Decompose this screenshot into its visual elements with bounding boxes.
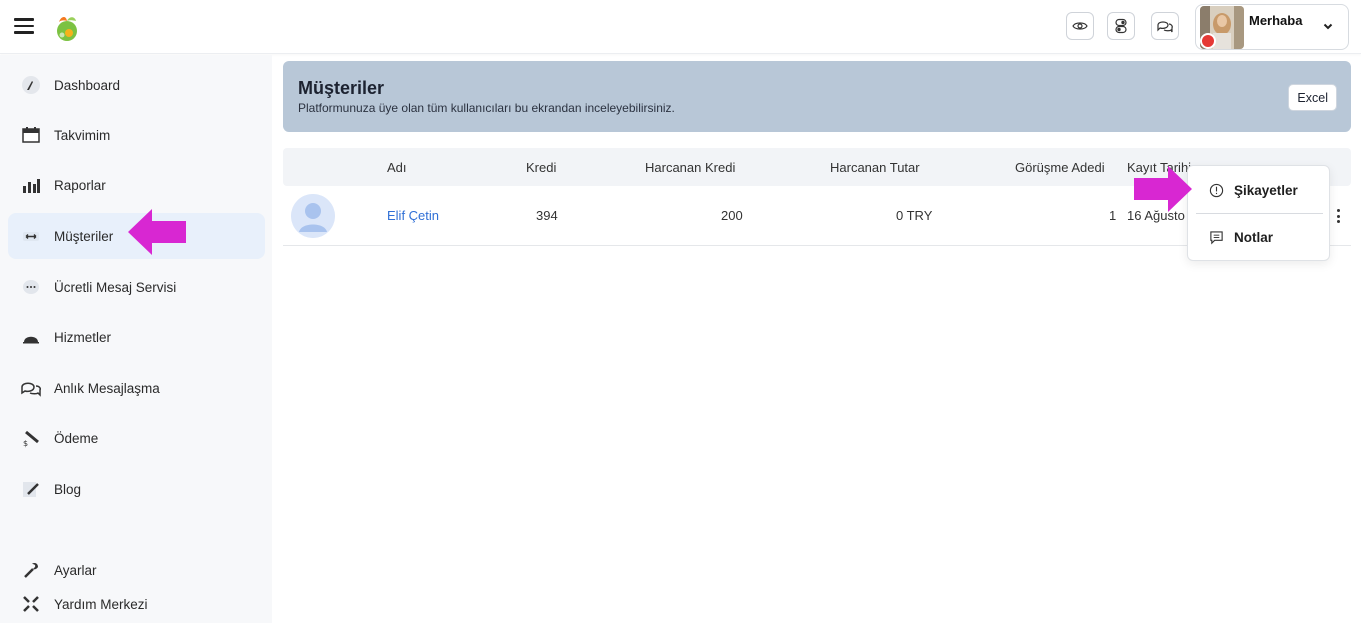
row-actions-menu-icon[interactable] bbox=[1334, 206, 1344, 226]
greeting-text: Merhaba bbox=[1249, 13, 1303, 28]
top-header: Merhaba bbox=[0, 0, 1361, 54]
menu-divider bbox=[1196, 213, 1323, 214]
sidebar-item-label: Blog bbox=[54, 481, 82, 497]
sidebar-item-label: Ödeme bbox=[54, 430, 99, 446]
chat-icon bbox=[20, 377, 42, 399]
user-avatar-icon bbox=[291, 194, 335, 238]
eye-button[interactable] bbox=[1066, 12, 1094, 40]
toggle-button[interactable] bbox=[1107, 12, 1135, 40]
services-icon bbox=[20, 326, 42, 348]
note-icon bbox=[1208, 229, 1224, 245]
message-bubble-icon bbox=[20, 276, 42, 298]
eye-icon bbox=[1072, 22, 1088, 30]
column-header-adi[interactable]: Adı bbox=[387, 160, 407, 175]
sidebar-item-yardim-merkezi[interactable]: Yardım Merkezi bbox=[8, 581, 265, 623]
sidebar-item-ucretli-mesaj[interactable]: Ücretli Mesaj Servisi bbox=[8, 264, 265, 310]
blog-icon bbox=[20, 478, 42, 500]
menu-item-notlar[interactable]: Notlar bbox=[1188, 215, 1329, 259]
calendar-icon bbox=[20, 124, 42, 146]
customer-name-link[interactable]: Elif Çetin bbox=[387, 208, 439, 223]
sidebar-item-takvimim[interactable]: Takvimim bbox=[8, 112, 265, 158]
payment-icon: $ bbox=[20, 427, 42, 449]
sidebar-item-odeme[interactable]: $ Ödeme bbox=[8, 415, 265, 461]
sidebar-item-label: Raporlar bbox=[54, 177, 106, 193]
sidebar-item-label: Yardım Merkezi bbox=[54, 596, 148, 612]
column-header-gorusme-adedi[interactable]: Görüşme Adedi bbox=[1015, 160, 1105, 175]
menu-icon[interactable] bbox=[14, 18, 34, 34]
page-subtitle: Platformunuza üye olan tüm kullanıcıları… bbox=[298, 101, 675, 115]
sidebar: Dashboard Takvimim Raporlar Müşteriler Ü… bbox=[0, 55, 272, 623]
sidebar-item-label: Ayarlar bbox=[54, 562, 97, 578]
menu-item-label: Notlar bbox=[1234, 229, 1274, 245]
sidebar-item-raporlar[interactable]: Raporlar bbox=[8, 162, 265, 208]
sidebar-item-dashboard[interactable]: Dashboard bbox=[8, 62, 265, 108]
cell-kredi: 394 bbox=[536, 208, 558, 223]
profile-menu[interactable]: Merhaba bbox=[1195, 4, 1349, 50]
sidebar-item-label: Takvimim bbox=[54, 127, 111, 143]
sidebar-item-label: Dashboard bbox=[54, 77, 121, 93]
cell-harcanan-tutar: 0 TRY bbox=[896, 208, 933, 223]
menu-item-label: Şikayetler bbox=[1234, 182, 1298, 198]
chat-icon bbox=[1157, 21, 1173, 33]
svg-text:$: $ bbox=[23, 439, 28, 448]
annotation-arrow-right bbox=[1134, 166, 1192, 212]
dashboard-icon bbox=[20, 74, 42, 96]
cell-harcanan-kredi: 200 bbox=[721, 208, 743, 223]
page-title: Müşteriler bbox=[298, 78, 385, 98]
sidebar-item-blog[interactable]: Blog bbox=[8, 466, 265, 512]
chevron-down-icon bbox=[1323, 23, 1333, 30]
cell-gorusme-adedi: 1 bbox=[1109, 208, 1117, 223]
row-actions-dropdown: Şikayetler Notlar bbox=[1187, 165, 1330, 261]
sidebar-item-label: Müşteriler bbox=[54, 228, 114, 244]
toggle-icon bbox=[1115, 18, 1127, 34]
chat-button[interactable] bbox=[1151, 12, 1179, 40]
alert-circle-icon bbox=[1208, 182, 1224, 198]
sidebar-item-label: Hizmetler bbox=[54, 329, 112, 345]
page-header-banner: Müşteriler Platformunuza üye olan tüm ku… bbox=[283, 61, 1351, 132]
status-indicator bbox=[1200, 33, 1216, 49]
customers-icon bbox=[20, 225, 42, 247]
column-header-kredi[interactable]: Kredi bbox=[526, 160, 556, 175]
column-header-harcanan-tutar[interactable]: Harcanan Tutar bbox=[830, 160, 920, 175]
menu-item-sikayetler[interactable]: Şikayetler bbox=[1188, 168, 1329, 212]
sidebar-item-hizmetler[interactable]: Hizmetler bbox=[8, 314, 265, 360]
sidebar-item-label: Anlık Mesajlaşma bbox=[54, 380, 160, 396]
brand-logo[interactable] bbox=[51, 12, 83, 44]
annotation-arrow-left bbox=[128, 209, 186, 255]
help-icon bbox=[20, 593, 42, 615]
wrench-icon bbox=[20, 559, 42, 581]
sidebar-item-label: Ücretli Mesaj Servisi bbox=[54, 279, 177, 295]
excel-export-button[interactable]: Excel bbox=[1288, 84, 1337, 111]
column-header-harcanan-kredi[interactable]: Harcanan Kredi bbox=[645, 160, 735, 175]
bar-chart-icon bbox=[20, 174, 42, 196]
sidebar-item-anlik-mesajlasma[interactable]: Anlık Mesajlaşma bbox=[8, 365, 265, 411]
